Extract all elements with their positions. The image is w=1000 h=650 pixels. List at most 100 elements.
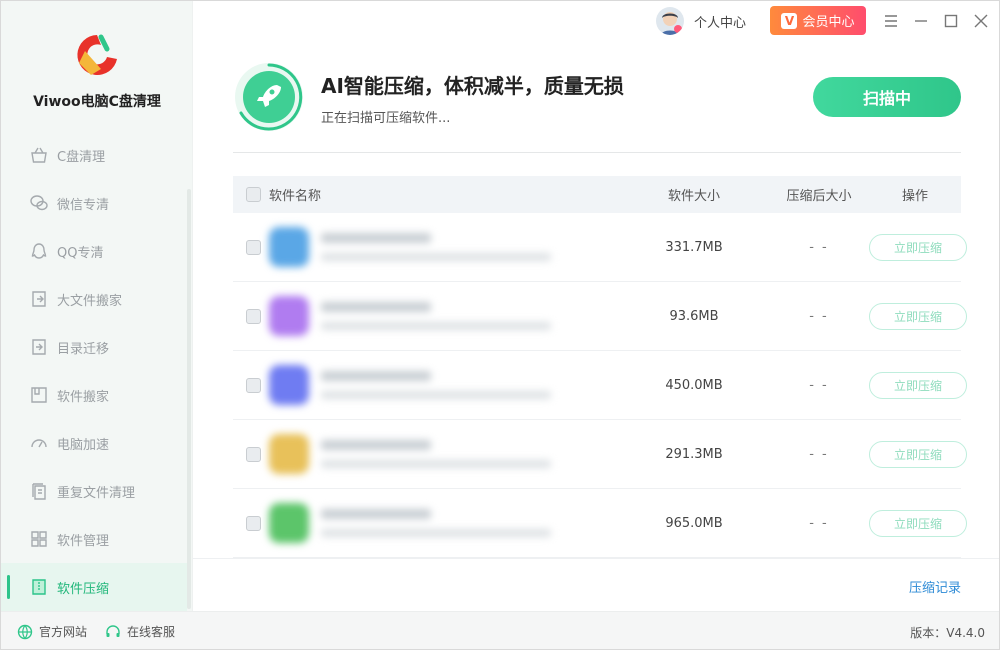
app-window: Viwoo电脑C盘清理 C盘清理 微信专清 QQ专清 大文件搬家 目录迁移 软件… [0,0,1000,650]
official-website-label: 官方网站 [39,625,88,639]
compress-records-link[interactable]: 压缩记录 [909,577,961,596]
sidebar-item-label: 微信专清 [57,197,110,213]
table-header: 软件名称 软件大小 压缩后大小 操作 [233,176,961,213]
vip-icon: V [781,12,798,29]
globe-icon [17,624,33,639]
app-info [269,227,619,267]
sidebar-item-duplicate-clean[interactable]: 重复文件清理 [1,467,187,515]
select-all-checkbox[interactable] [245,187,261,202]
speedometer-icon [29,433,49,453]
software-size: 450.0MB [665,377,723,393]
compress-now-button[interactable]: 立即压缩 [869,509,967,537]
row-checkbox[interactable] [245,377,261,393]
sidebar-item-label: 软件管理 [57,533,110,549]
move-file-icon [29,289,49,309]
sidebar-item-software-compress[interactable]: 软件压缩 [1,563,187,611]
sidebar-item-label: 电脑加速 [57,437,110,453]
row-checkbox[interactable] [245,308,261,324]
sidebar-item-c-drive-clean[interactable]: C盘清理 [1,131,187,179]
app-icon [269,296,309,336]
app-icon [269,365,309,405]
minimize-icon[interactable] [911,11,931,31]
table-row: 93.6MB - - 立即压缩 [233,282,967,351]
table-row: 291.3MB - - 立即压缩 [233,420,967,489]
column-header-size: 软件大小 [667,189,720,204]
sidebar-item-folder-migrate[interactable]: 目录迁移 [1,323,187,371]
compressed-size: - - [809,308,829,324]
avatar [656,7,684,35]
online-support-link[interactable]: 在线客服 [105,623,175,640]
scan-status-text: 正在扫描可压缩软件... [321,111,451,126]
software-size: 93.6MB [669,308,719,324]
sidebar-item-software-manage[interactable]: 软件管理 [1,515,187,563]
header-divider [233,152,961,153]
sidebar-item-wechat-clean[interactable]: 微信专清 [1,179,187,227]
compressed-size: - - [809,515,829,531]
menu-icon[interactable] [881,11,901,31]
app-info [269,503,619,543]
app-icon [269,434,309,474]
close-icon[interactable] [971,11,991,31]
sidebar-nav: C盘清理 微信专清 QQ专清 大文件搬家 目录迁移 软件搬家 电脑加速 重复文件… [1,131,187,611]
compress-now-button[interactable]: 立即压缩 [869,440,967,468]
page-title: AI智能压缩，体积减半，质量无损 [321,74,624,98]
table-row: 331.7MB - - 立即压缩 [233,213,967,282]
table-row: 450.0MB - - 立即压缩 [233,351,967,420]
row-checkbox[interactable] [245,515,261,531]
row-checkbox[interactable] [245,239,261,255]
rocket-icon [235,63,303,131]
compressed-size: - - [809,377,829,393]
basket-icon [29,145,49,165]
column-header-after: 压缩后大小 [786,189,852,204]
qq-icon [29,241,49,261]
column-header-name: 软件名称 [269,189,322,204]
scan-button[interactable]: 扫描中 [813,77,961,117]
sidebar-item-qq-clean[interactable]: QQ专清 [1,227,187,275]
app-logo [77,34,117,75]
row-checkbox[interactable] [245,446,261,462]
sidebar-item-label: 重复文件清理 [57,485,136,501]
sidebar-item-big-file-move[interactable]: 大文件搬家 [1,275,187,323]
sidebar-item-label: 软件压缩 [57,581,110,597]
app-icon [269,227,309,267]
software-size: 331.7MB [665,239,723,255]
table-row: 965.0MB - - 立即压缩 [233,489,967,558]
official-website-link[interactable]: 官方网站 [17,623,87,640]
software-table: 软件名称 软件大小 压缩后大小 操作 331.7MB - - 立即压缩 93.6… [233,176,967,558]
sidebar-scrollbar[interactable] [187,189,191,609]
duplicate-file-icon [29,481,49,501]
software-size: 965.0MB [665,515,723,531]
compress-now-button[interactable]: 立即压缩 [869,302,967,330]
column-header-op: 操作 [901,189,928,204]
app-info [269,365,619,405]
app-icon [269,503,309,543]
app-name: Viwoo电脑C盘清理 [33,94,161,110]
user-center-label: 个人中心 [694,15,747,31]
software-size: 291.3MB [665,446,723,462]
vip-center-button[interactable]: V 会员中心 [770,6,866,35]
compress-now-button[interactable]: 立即压缩 [869,371,967,399]
sidebar-item-software-move[interactable]: 软件搬家 [1,371,187,419]
user-center[interactable]: 个人中心 [656,7,746,35]
sidebar-item-label: C盘清理 [57,149,106,165]
headset-icon [106,624,120,637]
grid-icon [29,529,49,549]
app-info [269,296,619,336]
maximize-icon[interactable] [941,11,961,31]
sidebar-item-label: 大文件搬家 [57,293,123,309]
online-support-label: 在线客服 [127,625,176,639]
compress-file-icon [29,577,49,597]
vip-center-label: 会员中心 [802,15,855,30]
sidebar-item-pc-speedup[interactable]: 电脑加速 [1,419,187,467]
content-separator [193,558,999,559]
compress-now-button[interactable]: 立即压缩 [869,233,967,261]
bottom-bar: 官方网站 在线客服 版本：V4.4.0 [1,611,999,649]
software-move-icon [29,385,49,405]
compressed-size: - - [809,446,829,462]
sidebar-item-label: 软件搬家 [57,389,110,405]
compressed-size: - - [809,239,829,255]
sidebar-item-label: QQ专清 [57,245,104,261]
folder-migrate-icon [29,337,49,357]
wechat-icon [29,193,49,213]
version-label: 版本：V4.4.0 [910,626,985,640]
